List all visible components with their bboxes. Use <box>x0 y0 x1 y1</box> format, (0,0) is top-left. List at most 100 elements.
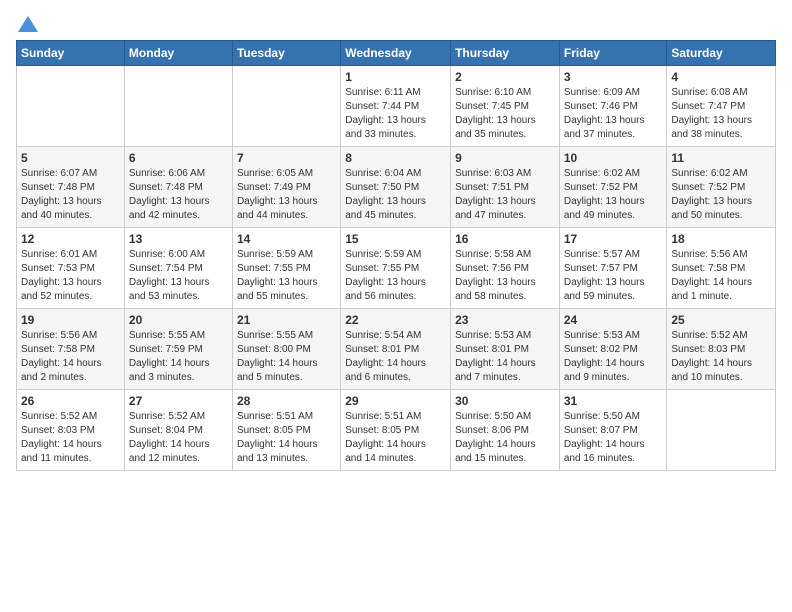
day-number: 18 <box>671 232 771 246</box>
header-wednesday: Wednesday <box>341 41 451 66</box>
day-info: Sunrise: 6:02 AM Sunset: 7:52 PM Dayligh… <box>671 167 771 223</box>
calendar-cell: 8 Sunrise: 6:04 AM Sunset: 7:50 PM Daylig… <box>341 147 451 228</box>
calendar-cell: 3 Sunrise: 6:09 AM Sunset: 7:46 PM Daylig… <box>559 66 667 147</box>
day-number: 17 <box>564 232 663 246</box>
day-info: Sunrise: 6:04 AM Sunset: 7:50 PM Dayligh… <box>345 167 446 223</box>
day-number: 4 <box>671 70 771 84</box>
calendar-cell: 14 Sunrise: 5:59 AM Sunset: 7:55 PM Dayli… <box>232 228 340 309</box>
day-number: 12 <box>21 232 120 246</box>
header-thursday: Thursday <box>451 41 560 66</box>
day-number: 15 <box>345 232 446 246</box>
day-number: 20 <box>129 313 228 327</box>
calendar-cell: 9 Sunrise: 6:03 AM Sunset: 7:51 PM Daylig… <box>451 147 560 228</box>
page-header <box>16 16 776 28</box>
day-info: Sunrise: 5:55 AM Sunset: 8:00 PM Dayligh… <box>237 329 336 385</box>
calendar-cell: 22 Sunrise: 5:54 AM Sunset: 8:01 PM Dayli… <box>341 309 451 390</box>
calendar-week-row: 5 Sunrise: 6:07 AM Sunset: 7:48 PM Daylig… <box>17 147 776 228</box>
day-number: 31 <box>564 394 663 408</box>
day-number: 13 <box>129 232 228 246</box>
day-number: 28 <box>237 394 336 408</box>
calendar-cell: 24 Sunrise: 5:53 AM Sunset: 8:02 PM Dayli… <box>559 309 667 390</box>
day-info: Sunrise: 5:59 AM Sunset: 7:55 PM Dayligh… <box>345 248 446 304</box>
calendar-cell: 17 Sunrise: 5:57 AM Sunset: 7:57 PM Dayli… <box>559 228 667 309</box>
header-sunday: Sunday <box>17 41 125 66</box>
calendar-cell: 28 Sunrise: 5:51 AM Sunset: 8:05 PM Dayli… <box>232 390 340 471</box>
calendar-table: SundayMondayTuesdayWednesdayThursdayFrid… <box>16 40 776 471</box>
calendar-header-row: SundayMondayTuesdayWednesdayThursdayFrid… <box>17 41 776 66</box>
day-number: 6 <box>129 151 228 165</box>
calendar-cell: 11 Sunrise: 6:02 AM Sunset: 7:52 PM Dayli… <box>667 147 776 228</box>
day-number: 3 <box>564 70 663 84</box>
calendar-cell: 7 Sunrise: 6:05 AM Sunset: 7:49 PM Daylig… <box>232 147 340 228</box>
day-info: Sunrise: 5:51 AM Sunset: 8:05 PM Dayligh… <box>237 410 336 466</box>
calendar-cell: 5 Sunrise: 6:07 AM Sunset: 7:48 PM Daylig… <box>17 147 125 228</box>
day-number: 25 <box>671 313 771 327</box>
day-info: Sunrise: 5:51 AM Sunset: 8:05 PM Dayligh… <box>345 410 446 466</box>
day-info: Sunrise: 6:10 AM Sunset: 7:45 PM Dayligh… <box>455 86 555 142</box>
day-info: Sunrise: 5:50 AM Sunset: 8:06 PM Dayligh… <box>455 410 555 466</box>
header-saturday: Saturday <box>667 41 776 66</box>
calendar-cell: 27 Sunrise: 5:52 AM Sunset: 8:04 PM Dayli… <box>124 390 232 471</box>
day-info: Sunrise: 6:03 AM Sunset: 7:51 PM Dayligh… <box>455 167 555 223</box>
day-number: 22 <box>345 313 446 327</box>
day-number: 11 <box>671 151 771 165</box>
day-number: 14 <box>237 232 336 246</box>
day-number: 24 <box>564 313 663 327</box>
day-number: 29 <box>345 394 446 408</box>
day-number: 27 <box>129 394 228 408</box>
calendar-cell: 18 Sunrise: 5:56 AM Sunset: 7:58 PM Dayli… <box>667 228 776 309</box>
header-monday: Monday <box>124 41 232 66</box>
day-info: Sunrise: 5:52 AM Sunset: 8:04 PM Dayligh… <box>129 410 228 466</box>
day-number: 19 <box>21 313 120 327</box>
calendar-cell <box>124 66 232 147</box>
day-number: 16 <box>455 232 555 246</box>
day-info: Sunrise: 5:54 AM Sunset: 8:01 PM Dayligh… <box>345 329 446 385</box>
day-info: Sunrise: 6:07 AM Sunset: 7:48 PM Dayligh… <box>21 167 120 223</box>
day-number: 10 <box>564 151 663 165</box>
calendar-cell: 26 Sunrise: 5:52 AM Sunset: 8:03 PM Dayli… <box>17 390 125 471</box>
calendar-cell: 21Sunrise: 5:55 AM Sunset: 8:00 PM Dayli… <box>232 309 340 390</box>
day-info: Sunrise: 6:11 AM Sunset: 7:44 PM Dayligh… <box>345 86 446 142</box>
calendar-cell: 13 Sunrise: 6:00 AM Sunset: 7:54 PM Dayli… <box>124 228 232 309</box>
day-number: 2 <box>455 70 555 84</box>
day-info: Sunrise: 5:52 AM Sunset: 8:03 PM Dayligh… <box>21 410 120 466</box>
calendar-cell: 31 Sunrise: 5:50 AM Sunset: 8:07 PM Dayli… <box>559 390 667 471</box>
day-number: 9 <box>455 151 555 165</box>
calendar-week-row: 12 Sunrise: 6:01 AM Sunset: 7:53 PM Dayli… <box>17 228 776 309</box>
day-number: 8 <box>345 151 446 165</box>
day-info: Sunrise: 5:56 AM Sunset: 7:58 PM Dayligh… <box>21 329 120 385</box>
calendar-cell: 1 Sunrise: 6:11 AM Sunset: 7:44 PM Daylig… <box>341 66 451 147</box>
day-number: 1 <box>345 70 446 84</box>
day-number: 30 <box>455 394 555 408</box>
day-number: 23 <box>455 313 555 327</box>
day-info: Sunrise: 5:58 AM Sunset: 7:56 PM Dayligh… <box>455 248 555 304</box>
logo <box>16 16 40 28</box>
day-info: Sunrise: 5:50 AM Sunset: 8:07 PM Dayligh… <box>564 410 663 466</box>
day-info: Sunrise: 5:53 AM Sunset: 8:02 PM Dayligh… <box>564 329 663 385</box>
day-info: Sunrise: 5:55 AM Sunset: 7:59 PM Dayligh… <box>129 329 228 385</box>
calendar-cell: 20 Sunrise: 5:55 AM Sunset: 7:59 PM Dayli… <box>124 309 232 390</box>
day-info: Sunrise: 5:53 AM Sunset: 8:01 PM Dayligh… <box>455 329 555 385</box>
calendar-cell: 10 Sunrise: 6:02 AM Sunset: 7:52 PM Dayli… <box>559 147 667 228</box>
day-info: Sunrise: 6:05 AM Sunset: 7:49 PM Dayligh… <box>237 167 336 223</box>
logo-bird-icon <box>18 16 38 32</box>
day-number: 5 <box>21 151 120 165</box>
calendar-week-row: 19 Sunrise: 5:56 AM Sunset: 7:58 PM Dayli… <box>17 309 776 390</box>
calendar-cell: 2 Sunrise: 6:10 AM Sunset: 7:45 PM Daylig… <box>451 66 560 147</box>
calendar-cell: 23 Sunrise: 5:53 AM Sunset: 8:01 PM Dayli… <box>451 309 560 390</box>
calendar-cell <box>667 390 776 471</box>
day-number: 26 <box>21 394 120 408</box>
day-info: Sunrise: 6:00 AM Sunset: 7:54 PM Dayligh… <box>129 248 228 304</box>
day-info: Sunrise: 6:01 AM Sunset: 7:53 PM Dayligh… <box>21 248 120 304</box>
calendar-cell <box>232 66 340 147</box>
day-info: Sunrise: 5:56 AM Sunset: 7:58 PM Dayligh… <box>671 248 771 304</box>
day-number: 7 <box>237 151 336 165</box>
day-info: Sunrise: 6:09 AM Sunset: 7:46 PM Dayligh… <box>564 86 663 142</box>
calendar-cell: 30 Sunrise: 5:50 AM Sunset: 8:06 PM Dayli… <box>451 390 560 471</box>
day-info: Sunrise: 5:59 AM Sunset: 7:55 PM Dayligh… <box>237 248 336 304</box>
day-info: Sunrise: 5:57 AM Sunset: 7:57 PM Dayligh… <box>564 248 663 304</box>
day-info: Sunrise: 5:52 AM Sunset: 8:03 PM Dayligh… <box>671 329 771 385</box>
day-info: Sunrise: 6:08 AM Sunset: 7:47 PM Dayligh… <box>671 86 771 142</box>
calendar-cell: 25 Sunrise: 5:52 AM Sunset: 8:03 PM Dayli… <box>667 309 776 390</box>
day-info: Sunrise: 6:02 AM Sunset: 7:52 PM Dayligh… <box>564 167 663 223</box>
